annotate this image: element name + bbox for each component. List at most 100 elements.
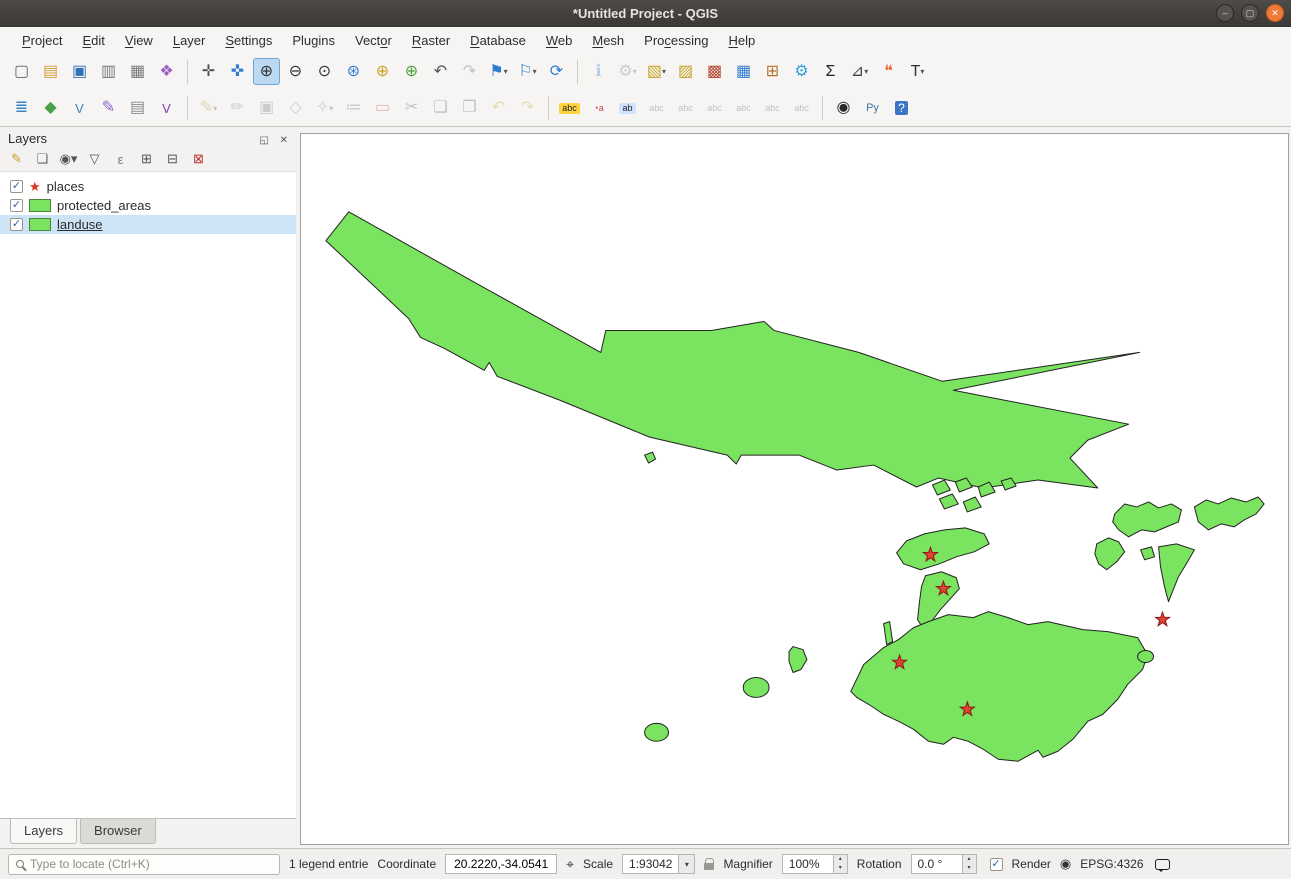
scale-combo[interactable]: 1:93042 ▾ [622,854,695,874]
close-panel-icon[interactable]: ✕ [280,135,288,146]
style-manager-icon[interactable]: ❖ [153,58,180,85]
run-feature-action-dropdown-icon[interactable]: ▾ [633,67,637,76]
zoom-full-icon[interactable]: ⊛ [340,58,367,85]
zoom-to-selection-icon[interactable]: ⊕ [369,58,396,85]
text-annotation-icon[interactable]: T▾ [904,58,931,85]
zoom-last-icon[interactable]: ↶ [427,58,454,85]
map-canvas[interactable] [300,133,1289,845]
select-features-dropdown-icon[interactable]: ▾ [662,67,666,76]
menu-web[interactable]: Web [536,29,583,52]
help-icon[interactable]: ? [888,95,915,122]
menu-settings[interactable]: Settings [215,29,282,52]
extent-toggle-icon[interactable]: ⌖ [566,856,574,873]
zoom-to-layer-icon[interactable]: ⊕ [398,58,425,85]
pan-to-selection-icon[interactable]: ✜ [224,58,251,85]
deselect-features-icon[interactable]: ▩ [701,58,728,85]
manage-map-themes-icon[interactable]: ◉▾ [58,150,79,168]
scale-lock-icon[interactable] [704,863,714,870]
layer-item-places[interactable]: ✓★places [0,177,296,196]
scale-value[interactable]: 1:93042 [623,855,678,873]
title-bar[interactable]: *Untitled Project - QGIS – ▢ ✕ [0,0,1291,27]
layer-visibility-checkbox[interactable]: ✓ [10,218,23,231]
zoom-in-icon[interactable]: ⊕ [253,58,280,85]
select-features-icon[interactable]: ▧▾ [643,58,670,85]
menu-edit[interactable]: Edit [72,29,114,52]
filter-legend-icon[interactable]: ▽ [84,150,105,168]
pan-map-icon[interactable]: ✛ [195,58,222,85]
locate-input[interactable] [30,857,272,871]
menu-view[interactable]: View [115,29,163,52]
map-tips-icon[interactable]: ❝ [875,58,902,85]
metasearch-icon[interactable]: ◉ [830,95,857,122]
minimize-button[interactable]: – [1216,4,1234,22]
current-edits-dropdown-icon[interactable]: ▾ [213,104,217,113]
statistical-summary-icon[interactable]: Σ [817,58,844,85]
new-spatialite-layer-icon[interactable]: ✎ [95,95,122,122]
menu-mesh[interactable]: Mesh [582,29,634,52]
locate-bar[interactable] [8,854,280,875]
menu-help[interactable]: Help [718,29,765,52]
layer-labeling-icon[interactable]: abc [556,95,583,122]
menu-database[interactable]: Database [460,29,536,52]
coordinate-input[interactable] [445,854,557,874]
new-temporary-scratch-layer-icon[interactable]: ▤ [124,95,151,122]
remove-layer-icon[interactable]: ⊠ [188,150,209,168]
show-bookmarks-dropdown-icon[interactable]: ▾ [533,67,537,76]
open-layer-styling-icon[interactable]: ✎ [6,150,27,168]
expand-all-icon[interactable]: ⊞ [136,150,157,168]
menu-project[interactable]: Project [12,29,72,52]
new-bookmark-dropdown-icon[interactable]: ▾ [504,67,508,76]
layer-visibility-checkbox[interactable]: ✓ [10,180,23,193]
filter-expression-icon[interactable]: ε [110,150,131,168]
new-shapefile-layer-icon[interactable]: V [66,95,93,122]
new-geopackage-layer-icon[interactable]: ◆ [37,95,64,122]
diagram-options-icon[interactable]: ab [614,95,641,122]
collapse-all-icon[interactable]: ⊟ [162,150,183,168]
close-button[interactable]: ✕ [1266,4,1284,22]
show-bookmarks-icon[interactable]: ⚐▾ [514,58,541,85]
render-checkbox[interactable]: ✓ [990,858,1003,871]
crs-value[interactable]: EPSG:4326 [1080,857,1143,871]
menu-raster[interactable]: Raster [402,29,460,52]
add-group-icon[interactable]: ❏ [32,150,53,168]
vertex-tool-dropdown-icon[interactable]: ▾ [329,104,333,113]
spinner-arrows-icon[interactable]: ▴▾ [833,855,847,873]
menu-vector[interactable]: Vector [345,29,402,52]
messages-icon[interactable] [1155,859,1170,870]
data-source-manager-icon[interactable]: ≣ [8,95,35,122]
maximize-button[interactable]: ▢ [1241,4,1259,22]
layer-diagram-icon[interactable]: ◔a [585,95,612,122]
rotation-value[interactable]: 0.0 ° [912,855,962,873]
menu-processing[interactable]: Processing [634,29,718,52]
layer-visibility-checkbox[interactable]: ✓ [10,199,23,212]
zoom-native-icon[interactable]: ⊙ [311,58,338,85]
field-calculator-icon[interactable]: ⊞ [759,58,786,85]
menu-layer[interactable]: Layer [163,29,216,52]
open-project-icon[interactable]: ▤ [37,58,64,85]
layer-item-protected_areas[interactable]: ✓protected_areas [0,196,296,215]
options-icon[interactable]: ⚙ [788,58,815,85]
rotation-spinner[interactable]: 0.0 ° ▴▾ [911,854,977,874]
select-by-expression-icon[interactable]: ▨ [672,58,699,85]
python-console-icon[interactable]: Py [859,95,886,122]
measure-dropdown-icon[interactable]: ▾ [864,67,868,76]
layout-manager-icon[interactable]: ▦ [124,58,151,85]
text-annotation-dropdown-icon[interactable]: ▾ [920,67,924,76]
new-virtual-layer-icon[interactable]: V [153,95,180,122]
tab-browser[interactable]: Browser [80,819,156,844]
magnifier-spinner[interactable]: 100% ▴▾ [782,854,848,874]
tab-layers[interactable]: Layers [10,819,77,844]
crs-icon[interactable]: ◉ [1060,856,1071,872]
save-project-icon[interactable]: ▣ [66,58,93,85]
float-panel-icon[interactable]: ◱ [260,135,269,146]
refresh-icon[interactable]: ⟳ [543,58,570,85]
layer-item-landuse[interactable]: ✓landuse [0,215,296,234]
new-print-layout-icon[interactable]: ▥ [95,58,122,85]
new-project-icon[interactable]: ▢ [8,58,35,85]
new-bookmark-icon[interactable]: ⚑▾ [485,58,512,85]
measure-icon[interactable]: ⊿▾ [846,58,873,85]
zoom-out-icon[interactable]: ⊖ [282,58,309,85]
magnifier-value[interactable]: 100% [783,855,833,873]
open-attribute-table-icon[interactable]: ▦ [730,58,757,85]
scale-dropdown-icon[interactable]: ▾ [678,855,694,873]
